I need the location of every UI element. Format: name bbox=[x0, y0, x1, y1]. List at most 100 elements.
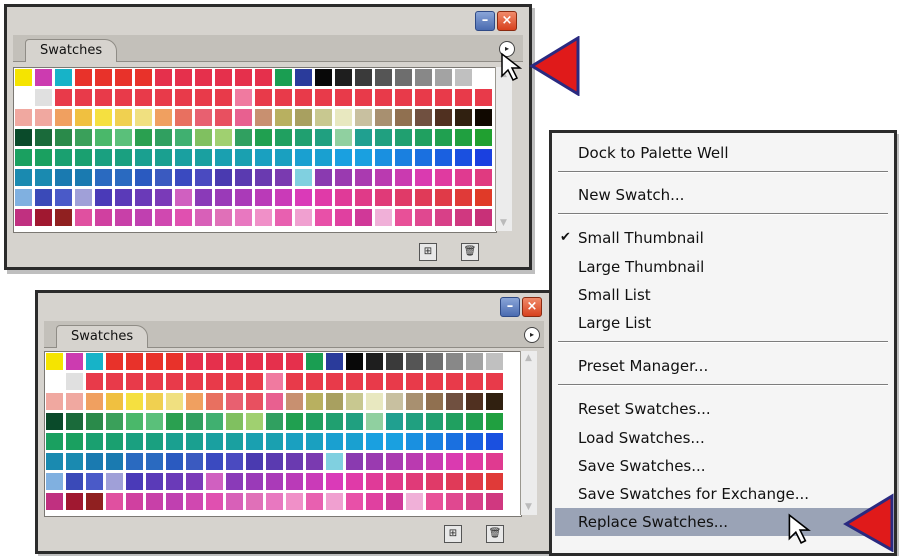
vertical-scrollbar[interactable]: ▲ ▼ bbox=[495, 67, 512, 231]
swatch-cell[interactable] bbox=[14, 108, 33, 127]
swatch-cell[interactable] bbox=[305, 432, 324, 451]
swatch-cell[interactable] bbox=[425, 472, 444, 491]
swatch-cell[interactable] bbox=[405, 412, 424, 431]
swatch-cell[interactable] bbox=[454, 128, 473, 147]
swatch-cell[interactable] bbox=[154, 68, 173, 87]
swatch-cell[interactable] bbox=[54, 68, 73, 87]
swatch-cell[interactable] bbox=[14, 168, 33, 187]
swatch-cell[interactable] bbox=[85, 472, 104, 491]
swatch-cell[interactable] bbox=[54, 128, 73, 147]
menu-item-large-list[interactable]: Large List bbox=[578, 310, 651, 336]
swatch-cell[interactable] bbox=[394, 108, 413, 127]
swatch-cell[interactable] bbox=[465, 412, 484, 431]
swatch-cell[interactable] bbox=[285, 352, 304, 371]
swatch-cell[interactable] bbox=[85, 412, 104, 431]
swatch-cell[interactable] bbox=[325, 372, 344, 391]
swatch-cell[interactable] bbox=[205, 492, 224, 511]
swatch-cell[interactable] bbox=[465, 472, 484, 491]
swatch-cell[interactable] bbox=[154, 88, 173, 107]
swatch-cell[interactable] bbox=[154, 128, 173, 147]
swatch-cell[interactable] bbox=[305, 452, 324, 471]
swatch-cell[interactable] bbox=[254, 208, 273, 227]
swatch-cell[interactable] bbox=[254, 108, 273, 127]
swatch-cell[interactable] bbox=[285, 452, 304, 471]
swatch-cell[interactable] bbox=[134, 148, 153, 167]
swatch-cell[interactable] bbox=[114, 128, 133, 147]
swatch-cell[interactable] bbox=[134, 68, 153, 87]
swatch-cell[interactable] bbox=[214, 208, 233, 227]
swatch-cell[interactable] bbox=[174, 148, 193, 167]
swatch-cell[interactable] bbox=[85, 432, 104, 451]
swatch-cell[interactable] bbox=[454, 148, 473, 167]
swatch-cell[interactable] bbox=[34, 188, 53, 207]
swatch-cell[interactable] bbox=[254, 68, 273, 87]
swatch-cell[interactable] bbox=[474, 88, 493, 107]
swatch-cell[interactable] bbox=[305, 492, 324, 511]
swatch-cell[interactable] bbox=[105, 392, 124, 411]
swatch-cell[interactable] bbox=[325, 352, 344, 371]
minimize-button[interactable]: – bbox=[500, 297, 520, 317]
swatch-cell[interactable] bbox=[265, 372, 284, 391]
swatch-cell[interactable] bbox=[154, 148, 173, 167]
swatch-cell[interactable] bbox=[225, 492, 244, 511]
swatch-cell[interactable] bbox=[85, 452, 104, 471]
swatch-cell[interactable] bbox=[485, 452, 504, 471]
swatch-cell[interactable] bbox=[425, 432, 444, 451]
swatch-cell[interactable] bbox=[45, 412, 64, 431]
swatch-cell[interactable] bbox=[354, 188, 373, 207]
swatch-cell[interactable] bbox=[314, 88, 333, 107]
swatch-cell[interactable] bbox=[94, 148, 113, 167]
swatch-cell[interactable] bbox=[145, 432, 164, 451]
swatch-cell[interactable] bbox=[345, 432, 364, 451]
swatch-cell[interactable] bbox=[474, 208, 493, 227]
swatch-cell[interactable] bbox=[385, 392, 404, 411]
swatch-cell[interactable] bbox=[454, 168, 473, 187]
swatch-cell[interactable] bbox=[314, 208, 333, 227]
swatch-cell[interactable] bbox=[74, 168, 93, 187]
swatch-cell[interactable] bbox=[454, 88, 473, 107]
swatch-cell[interactable] bbox=[14, 148, 33, 167]
swatch-cell[interactable] bbox=[54, 108, 73, 127]
swatch-cell[interactable] bbox=[205, 432, 224, 451]
swatch-cell[interactable] bbox=[314, 68, 333, 87]
swatch-cell[interactable] bbox=[305, 412, 324, 431]
swatch-cell[interactable] bbox=[314, 128, 333, 147]
swatch-cell[interactable] bbox=[74, 88, 93, 107]
swatch-cell[interactable] bbox=[434, 88, 453, 107]
swatch-cell[interactable] bbox=[294, 128, 313, 147]
swatch-cell[interactable] bbox=[434, 108, 453, 127]
swatch-cell[interactable] bbox=[94, 128, 113, 147]
menu-item-small-list[interactable]: Small List bbox=[578, 282, 651, 308]
swatch-cell[interactable] bbox=[74, 128, 93, 147]
swatch-cell[interactable] bbox=[365, 452, 384, 471]
swatch-cell[interactable] bbox=[274, 128, 293, 147]
swatch-cell[interactable] bbox=[254, 188, 273, 207]
swatch-cell[interactable] bbox=[385, 472, 404, 491]
swatch-cell[interactable] bbox=[485, 392, 504, 411]
swatch-cell[interactable] bbox=[225, 432, 244, 451]
swatch-cell[interactable] bbox=[185, 392, 204, 411]
swatch-cell[interactable] bbox=[485, 352, 504, 371]
swatch-cell[interactable] bbox=[434, 148, 453, 167]
swatch-cell[interactable] bbox=[445, 352, 464, 371]
swatch-cell[interactable] bbox=[485, 432, 504, 451]
swatch-cell[interactable] bbox=[225, 472, 244, 491]
swatch-cell[interactable] bbox=[45, 372, 64, 391]
swatch-cell[interactable] bbox=[234, 108, 253, 127]
swatch-cell[interactable] bbox=[45, 352, 64, 371]
swatch-cell[interactable] bbox=[485, 412, 504, 431]
swatch-cell[interactable] bbox=[485, 492, 504, 511]
swatch-cell[interactable] bbox=[134, 168, 153, 187]
swatch-cell[interactable] bbox=[405, 432, 424, 451]
swatch-cell[interactable] bbox=[14, 208, 33, 227]
swatch-cell[interactable] bbox=[445, 412, 464, 431]
vertical-scrollbar[interactable]: ▲ ▼ bbox=[520, 351, 537, 515]
swatch-cell[interactable] bbox=[34, 148, 53, 167]
swatch-cell[interactable] bbox=[305, 392, 324, 411]
swatch-cell[interactable] bbox=[254, 88, 273, 107]
swatch-cell[interactable] bbox=[174, 88, 193, 107]
swatch-cell[interactable] bbox=[34, 68, 53, 87]
swatch-cell[interactable] bbox=[374, 208, 393, 227]
swatch-cell[interactable] bbox=[394, 148, 413, 167]
swatch-cell[interactable] bbox=[214, 148, 233, 167]
